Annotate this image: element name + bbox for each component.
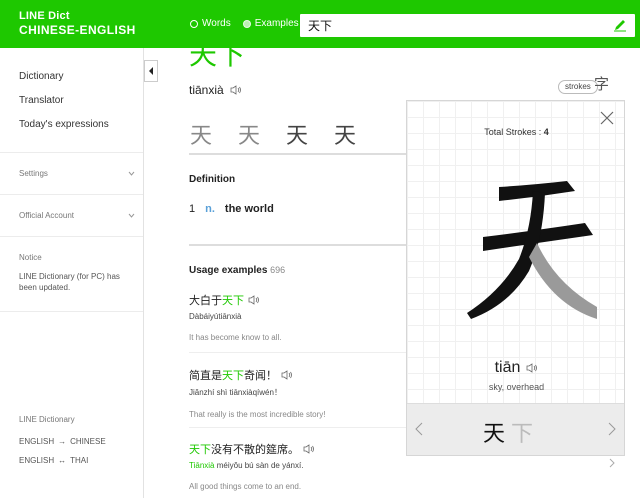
pinyin-text: tiānxià <box>189 83 224 97</box>
example-pinyin: Tiānxià méiyǒu bú sàn de yánxí. <box>189 461 304 470</box>
mode-words-radio[interactable]: Words <box>190 18 231 29</box>
example-item: 天下没有不散的筵席。 Tiānxià méiyǒu bú sàn de yánx… <box>189 441 419 491</box>
app-logo[interactable]: LINE Dict CHINESE-ENGLISH <box>19 10 136 37</box>
lang-from: ENGLISH <box>19 437 55 446</box>
total-strokes-label: Total Strokes : <box>484 127 544 137</box>
lang-pair-en-th-link[interactable]: ENGLISH ↔ THAI <box>19 456 106 465</box>
sidebar: Dictionary Translator Today's expression… <box>0 48 144 498</box>
popup-pinyin-row: tiān <box>407 359 626 377</box>
character-navigator: 天 下 <box>407 403 624 455</box>
example-english: All good things come to an end. <box>189 482 302 491</box>
arrow-both-icon: ↔ <box>58 456 67 465</box>
notice-title: Notice <box>19 253 42 262</box>
mode-words-label: Words <box>202 18 231 29</box>
stroke-animation-character <box>467 181 597 319</box>
lang-from: ENGLISH <box>19 456 55 465</box>
example-divider <box>189 427 409 428</box>
lang-to: THAI <box>70 456 89 465</box>
brand-line1: LINE Dict <box>19 10 70 22</box>
search-box <box>300 14 635 37</box>
example-item: 大白于天下 Dàbáiyútiānxià It has become know … <box>189 292 419 342</box>
example-chinese: 简直是天下奇闻！ <box>189 367 419 383</box>
stroke-step: 天 <box>334 124 357 149</box>
character-current[interactable]: 天 <box>483 416 505 448</box>
example-english: That really is the most incredible story… <box>189 410 326 419</box>
speaker-icon[interactable] <box>230 85 242 95</box>
sidebar-item-translator[interactable]: Translator <box>19 95 109 119</box>
speaker-icon[interactable] <box>526 363 538 373</box>
handwriting-pen-icon[interactable] <box>613 18 627 32</box>
settings-label: Settings <box>19 169 48 178</box>
lang-to: CHINESE <box>70 437 106 446</box>
stroke-order-popup: Total Strokes : 4 tiān sky, overhead 天 下 <box>406 100 625 456</box>
mode-examples-label: Examples <box>254 18 299 29</box>
chevron-left-icon[interactable] <box>415 422 423 436</box>
top-bar: LINE Dict CHINESE-ENGLISH Words Examples <box>0 0 640 48</box>
sidebar-official-account[interactable]: Official Account <box>0 194 143 236</box>
part-of-speech: n. <box>205 203 215 215</box>
section-divider <box>189 244 419 246</box>
strokes-button[interactable]: strokes <box>558 80 598 94</box>
mode-examples-radio[interactable]: Examples <box>242 18 299 29</box>
total-strokes: Total Strokes : 4 <box>407 127 626 137</box>
pinyin-row: tiānxià <box>189 83 242 97</box>
example-pinyin: Jiǎnzhí shì tiānxiàqíwén！ <box>189 388 282 397</box>
speaker-icon[interactable] <box>303 444 315 454</box>
speaker-icon[interactable] <box>281 370 293 380</box>
close-icon[interactable] <box>600 111 614 125</box>
popup-pinyin: tiān <box>494 359 521 376</box>
sidebar-item-todays-expressions[interactable]: Today's expressions <box>19 119 109 143</box>
notice-panel[interactable]: Notice LINE Dictionary (for PC) has been… <box>19 252 129 293</box>
footer-title: LINE Dictionary <box>19 415 75 424</box>
example-item: 简直是天下奇闻！ Jiǎnzhí shì tiānxiàqíwén！ That … <box>189 367 419 419</box>
sidebar-divider <box>0 311 143 312</box>
search-mode-group: Words Examples <box>190 18 299 29</box>
sidebar-settings[interactable]: Settings <box>0 152 143 194</box>
sidebar-collapse-button[interactable] <box>144 60 158 82</box>
section-divider <box>189 153 419 155</box>
speaker-icon[interactable] <box>248 295 260 305</box>
chevron-right-icon[interactable] <box>609 458 616 468</box>
example-divider <box>189 352 409 353</box>
strokes-char-icon[interactable]: 字 <box>594 73 609 94</box>
character-list: 天 下 <box>483 416 533 448</box>
definition-row: 1 n. the world <box>189 203 274 215</box>
official-account-label: Official Account <box>19 211 74 220</box>
usage-examples-title: Usage examples 696 <box>189 265 285 276</box>
example-english: It has become know to all. <box>189 333 282 342</box>
example-pinyin: Dàbáiyútiānxià <box>189 312 242 321</box>
triangle-left-icon <box>149 67 153 75</box>
popup-meaning: sky, overhead <box>488 382 545 392</box>
stroke-step: 天 <box>238 124 261 149</box>
example-chinese: 天下没有不散的筵席。 <box>189 441 419 457</box>
usage-title-text: Usage examples <box>189 265 268 276</box>
total-strokes-value: 4 <box>543 127 549 137</box>
definition-number: 1 <box>189 203 196 215</box>
radio-selected-icon <box>242 19 251 28</box>
definition-meaning: the world <box>224 203 274 215</box>
usage-count: 696 <box>270 265 286 275</box>
sidebar-item-dictionary[interactable]: Dictionary <box>19 71 109 95</box>
brand-line2: CHINESE-ENGLISH <box>19 23 136 37</box>
headword: 天下 <box>189 40 246 70</box>
definition-title: Definition <box>189 174 236 185</box>
stroke-step: 天 <box>190 124 213 149</box>
chevron-down-icon <box>128 171 135 176</box>
character-next[interactable]: 下 <box>511 416 533 448</box>
notice-text: LINE Dictionary (for PC) has been update… <box>19 272 120 292</box>
stroke-order-sequence: 天 天 天 天 <box>190 118 356 150</box>
sidebar-nav: Dictionary Translator Today's expression… <box>19 71 109 143</box>
example-chinese: 大白于天下 <box>189 292 419 308</box>
search-input[interactable] <box>300 14 600 37</box>
lang-pair-en-zh-link[interactable]: ENGLISH → CHINESE <box>19 437 106 446</box>
stroke-step: 天 <box>286 124 309 149</box>
radio-icon <box>190 19 198 28</box>
chevron-down-icon <box>128 213 135 218</box>
arrow-right-icon: → <box>58 437 67 446</box>
chevron-right-icon[interactable] <box>608 422 616 436</box>
sidebar-footer: LINE Dictionary ENGLISH → CHINESE ENGLIS… <box>19 415 106 475</box>
